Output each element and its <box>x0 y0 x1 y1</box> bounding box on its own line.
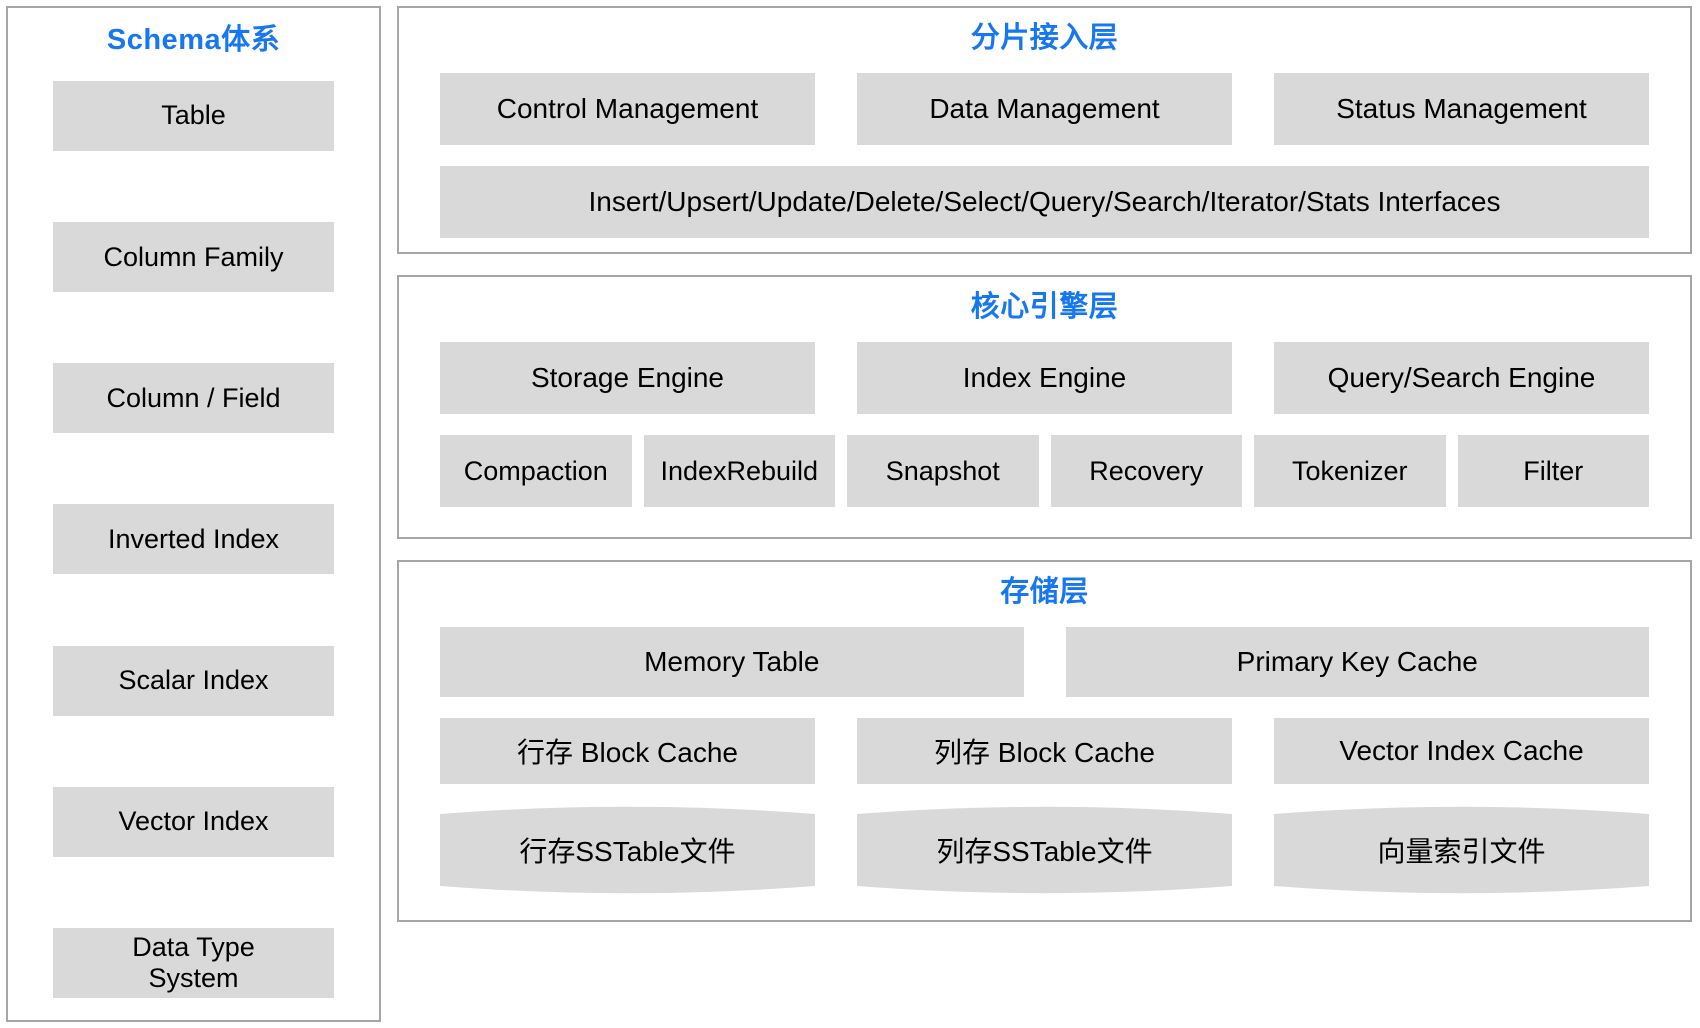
schema-column: Schema体系 Table Column Family Column / Fi… <box>0 0 381 1028</box>
access-box-control-management[interactable]: Control Management <box>440 73 815 145</box>
layers-column: 分片接入层 Control Management Data Management… <box>381 0 1700 1028</box>
storage-box-vector-index-cache[interactable]: Vector Index Cache <box>1274 718 1649 784</box>
access-layer-panel: 分片接入层 Control Management Data Management… <box>397 6 1692 254</box>
storage-cylinder-label: 行存SSTable文件 <box>519 836 736 867</box>
storage-box-row-block-cache[interactable]: 行存 Block Cache <box>440 718 815 784</box>
core-box-index-engine[interactable]: Index Engine <box>857 342 1232 414</box>
access-box-data-management[interactable]: Data Management <box>857 73 1232 145</box>
schema-item-column-family[interactable]: Column Family <box>53 222 334 293</box>
storage-cylinder-label: 列存SSTable文件 <box>936 836 1153 867</box>
schema-item-vector-index[interactable]: Vector Index <box>53 786 334 857</box>
core-layer-panel: 核心引擎层 Storage Engine Index Engine Query/… <box>397 275 1692 539</box>
storage-box-column-block-cache[interactable]: 列存 Block Cache <box>857 718 1232 784</box>
schema-panel-title: Schema体系 <box>106 24 281 56</box>
storage-layer-row-2: 行存 Block Cache 列存 Block Cache Vector Ind… <box>399 718 1690 784</box>
schema-item-inverted-index[interactable]: Inverted Index <box>53 504 334 575</box>
storage-box-memory-table[interactable]: Memory Table <box>440 627 1024 697</box>
core-box-filter[interactable]: Filter <box>1457 435 1649 507</box>
storage-cylinder-row-sstable-file[interactable]: 行存SSTable文件 <box>440 805 815 895</box>
storage-cylinder-vector-index-file[interactable]: 向量索引文件 <box>1274 805 1649 895</box>
access-layer-row-2: Insert/Upsert/Update/Delete/Select/Query… <box>399 166 1690 238</box>
core-box-storage-engine[interactable]: Storage Engine <box>440 342 815 414</box>
storage-box-primary-key-cache[interactable]: Primary Key Cache <box>1065 627 1649 697</box>
schema-item-scalar-index[interactable]: Scalar Index <box>53 645 334 716</box>
core-box-compaction[interactable]: Compaction <box>440 435 632 507</box>
schema-panel: Schema体系 Table Column Family Column / Fi… <box>6 6 381 1022</box>
schema-item-table[interactable]: Table <box>53 81 334 151</box>
core-layer-title: 核心引擎层 <box>970 291 1119 323</box>
storage-layer-title: 存储层 <box>1000 576 1089 608</box>
architecture-diagram: Schema体系 Table Column Family Column / Fi… <box>0 0 1700 1028</box>
storage-cylinder-column-sstable-file[interactable]: 列存SSTable文件 <box>857 805 1232 895</box>
access-box-status-management[interactable]: Status Management <box>1274 73 1649 145</box>
storage-layer-row-3: 行存SSTable文件 列存SSTable文件 向量索引文件 <box>399 805 1690 895</box>
storage-layer-row-1: Memory Table Primary Key Cache <box>399 627 1690 697</box>
schema-item-column-field[interactable]: Column / Field <box>53 363 334 434</box>
storage-cylinder-label: 向量索引文件 <box>1377 836 1546 867</box>
core-layer-row-2: Compaction IndexRebuild Snapshot Recover… <box>399 435 1690 507</box>
schema-item-list: Table Column Family Column / Field Inver… <box>8 81 379 1006</box>
core-box-recovery[interactable]: Recovery <box>1050 435 1242 507</box>
access-box-interfaces[interactable]: Insert/Upsert/Update/Delete/Select/Query… <box>440 166 1649 238</box>
core-box-snapshot[interactable]: Snapshot <box>847 435 1039 507</box>
core-box-index-rebuild[interactable]: IndexRebuild <box>643 435 835 507</box>
access-layer-title: 分片接入层 <box>970 22 1119 54</box>
schema-item-data-type-system[interactable]: Data Type System <box>53 927 334 998</box>
access-layer-row-1: Control Management Data Management Statu… <box>399 73 1690 145</box>
storage-layer-panel: 存储层 Memory Table Primary Key Cache 行存 Bl… <box>397 560 1692 922</box>
core-layer-row-1: Storage Engine Index Engine Query/Search… <box>399 342 1690 414</box>
core-box-query-search-engine[interactable]: Query/Search Engine <box>1274 342 1649 414</box>
core-box-tokenizer[interactable]: Tokenizer <box>1254 435 1446 507</box>
